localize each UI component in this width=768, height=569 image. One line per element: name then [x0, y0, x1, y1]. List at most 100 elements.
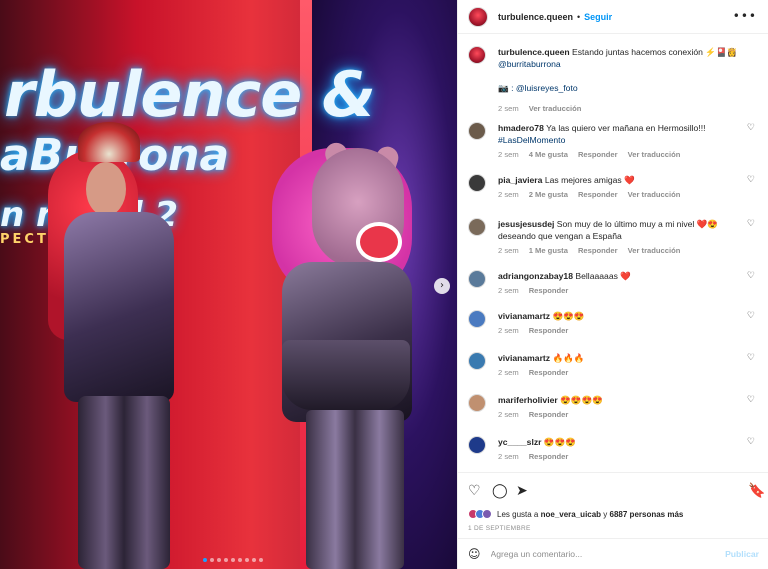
post-caption: turbulence.queen Estando juntas hacemos … [468, 43, 759, 113]
comment-reply-button[interactable]: Responder [529, 286, 569, 295]
camera-emoji: 📷 [498, 83, 509, 93]
carousel-dot [245, 558, 249, 562]
comment-translate-link[interactable]: Ver traducción [628, 190, 681, 199]
comment-like-icon[interactable]: ♡ [747, 270, 755, 281]
neon-sign-line4: PECT [0, 232, 49, 247]
comment-time[interactable]: 2 sem [498, 368, 519, 377]
comment-time[interactable]: 2 sem [498, 286, 519, 295]
comment-reply-button[interactable]: Responder [529, 452, 569, 461]
carousel-dot [210, 558, 214, 562]
comment-time[interactable]: 2 sem [498, 150, 519, 159]
comment-reply-button[interactable]: Responder [578, 246, 618, 255]
comment-reply-button[interactable]: Responder [529, 368, 569, 377]
comment-text: Bellaaaaas ❤️ [575, 271, 631, 281]
post-actions: ♡ ◯ ➤ 🔖 Les gusta a noe_vera_uicab y 688… [458, 472, 768, 534]
carousel-dot [231, 558, 235, 562]
liker-avatar[interactable] [482, 509, 492, 519]
comment-like-icon[interactable]: ♡ [747, 436, 755, 447]
comment-icon[interactable]: ◯ [492, 483, 508, 499]
commenter-username[interactable]: mariferholivier [498, 395, 558, 405]
comment-meta: 2 sem Responder [498, 326, 568, 335]
comment-text: 😍😍😍 [543, 437, 576, 447]
neon-sign-line1: rbulence & [4, 58, 376, 131]
more-options-icon[interactable]: ••• [733, 9, 757, 23]
bookmark-icon[interactable]: 🔖 [748, 483, 765, 499]
comment-text: Las mejores amigas ❤️ [544, 175, 635, 185]
comment-reply-button[interactable]: Responder [578, 190, 618, 199]
comment-translate-link[interactable]: Ver traducción [628, 150, 681, 159]
commenter-avatar[interactable] [468, 122, 486, 140]
comment-text: 🔥🔥🔥 [552, 353, 585, 363]
caption-time[interactable]: 2 sem [498, 104, 519, 113]
comment-likes[interactable]: 1 Me gusta [529, 246, 568, 255]
commenter-avatar[interactable] [468, 174, 486, 192]
comment-like-icon[interactable]: ♡ [747, 394, 755, 405]
comment-meta: 2 sem Responder [498, 368, 568, 377]
comment-hashtag[interactable]: #LasDelMomento [498, 135, 565, 145]
comment-like-icon[interactable]: ♡ [747, 122, 755, 133]
add-comment-bar: ☺ Publicar [458, 538, 768, 569]
author-avatar[interactable] [468, 46, 486, 64]
comment-translate-link[interactable]: Ver traducción [628, 246, 681, 255]
comment-time[interactable]: 2 sem [498, 452, 519, 461]
comment-meta: 2 sem Responder [498, 286, 568, 295]
commenter-avatar[interactable] [468, 310, 486, 328]
commenter-avatar[interactable] [468, 352, 486, 370]
post-date[interactable]: 1 DE SEPTIEMBRE [468, 525, 531, 532]
comment-likes[interactable]: 2 Me gusta [529, 190, 568, 199]
comment-input[interactable] [490, 549, 711, 559]
comment-text: 😍😍😍 [552, 311, 585, 321]
comment-reply-button[interactable]: Responder [578, 150, 618, 159]
author-username[interactable]: turbulence.queen [498, 12, 573, 22]
likes-summary: Les gusta a noe_vera_uicab y 6887 person… [468, 509, 683, 519]
commenter-username[interactable]: vivianamartz [498, 311, 550, 321]
comment-likes[interactable]: 4 Me gusta [529, 150, 568, 159]
author-avatar[interactable] [468, 6, 488, 27]
commenter-avatar[interactable] [468, 436, 486, 454]
liker-username[interactable]: noe_vera_uicab [541, 510, 601, 519]
emoji-icon[interactable]: ☺ [468, 547, 481, 561]
post-side-panel: turbulence.queen • Seguir ••• turbulence… [457, 0, 768, 569]
comment-meta: 2 sem 4 Me gusta Responder Ver traducción [498, 150, 680, 159]
carousel-dot [203, 558, 207, 562]
comment-text: 😍😍😍😍 [560, 395, 603, 405]
carousel-next-button[interactable]: › [434, 278, 450, 294]
carousel-dot [217, 558, 221, 562]
comment-like-icon[interactable]: ♡ [747, 352, 755, 363]
commenter-avatar[interactable] [468, 218, 486, 236]
commenter-avatar[interactable] [468, 394, 486, 412]
commenter-username[interactable]: jesusjesusdej [498, 219, 554, 229]
comment-like-icon[interactable]: ♡ [747, 310, 755, 321]
publish-button[interactable]: Publicar [725, 549, 759, 559]
heart-icon[interactable]: ♡ [468, 483, 481, 499]
comment-like-icon[interactable]: ♡ [747, 218, 755, 229]
commenter-username[interactable]: yc____slzr [498, 437, 542, 447]
comment-time[interactable]: 2 sem [498, 246, 519, 255]
comment-time[interactable]: 2 sem [498, 410, 519, 419]
follow-button[interactable]: Seguir [584, 12, 612, 22]
commenter-avatar[interactable] [468, 270, 486, 288]
carousel-indicator [203, 558, 263, 562]
comment-time[interactable]: 2 sem [498, 326, 519, 335]
comments-list[interactable]: turbulence.queen Estando juntas hacemos … [458, 35, 768, 471]
comment-meta: 2 sem 1 Me gusta Responder Ver traducción [498, 246, 680, 255]
comment-reply-button[interactable]: Responder [529, 326, 569, 335]
carousel-dot [259, 558, 263, 562]
commenter-username[interactable]: adriangonzabay18 [498, 271, 573, 281]
post-media[interactable]: rbulence & aBurrona n ni Vol 2 PECT › [0, 0, 457, 569]
caption-mention[interactable]: @burritaburrona [498, 59, 561, 69]
commenter-username[interactable]: vivianamartz [498, 353, 550, 363]
carousel-dot [238, 558, 242, 562]
comment-meta: 2 sem 2 Me gusta Responder Ver traducción [498, 190, 680, 199]
share-icon[interactable]: ➤ [516, 483, 528, 499]
comment-time[interactable]: 2 sem [498, 190, 519, 199]
caption-translate-link[interactable]: Ver traducción [529, 104, 582, 113]
commenter-username[interactable]: hmadero78 [498, 123, 544, 133]
likes-count[interactable]: 6887 personas más [610, 510, 684, 519]
comment-meta: 2 sem Responder [498, 452, 568, 461]
comment-like-icon[interactable]: ♡ [747, 174, 755, 185]
caption-username[interactable]: turbulence.queen [498, 47, 570, 57]
comment-reply-button[interactable]: Responder [529, 410, 569, 419]
caption-credit[interactable]: : @luisreyes_foto [511, 83, 578, 93]
commenter-username[interactable]: pia_javiera [498, 175, 542, 185]
